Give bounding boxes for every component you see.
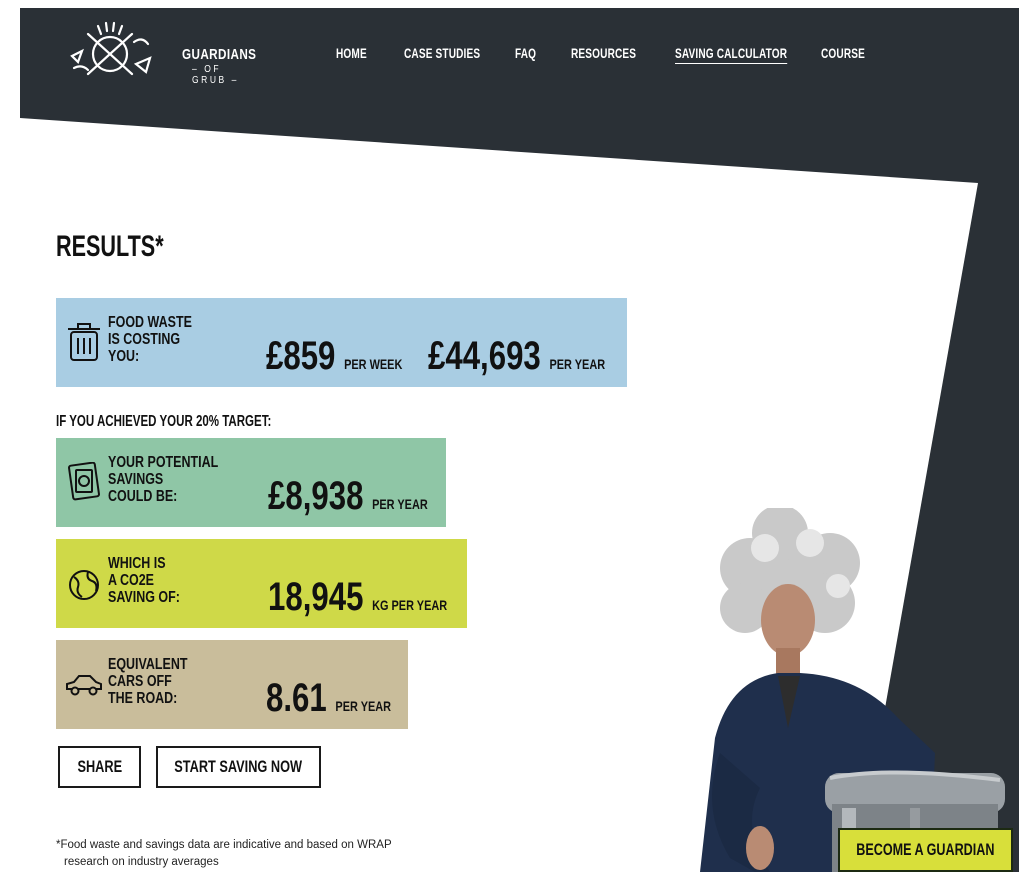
- co2-saving-box: WHICH IS A CO2E SAVING OF: 18,945 KG PER…: [56, 539, 467, 628]
- potential-savings-box: YOUR POTENTIAL SAVINGS COULD BE: £8,938 …: [56, 438, 446, 527]
- footnote-line-1: *Food waste and savings data are indicat…: [56, 839, 392, 851]
- nav-faq[interactable]: FAQ: [515, 45, 536, 61]
- start-saving-button-label: START SAVING NOW: [174, 757, 303, 776]
- savings-number: £8,938: [268, 474, 364, 518]
- cars-label-line-2: CARS OFF: [108, 673, 172, 690]
- savings-unit: PER YEAR: [372, 496, 428, 512]
- cost-label-line-3: YOU:: [108, 348, 140, 365]
- share-button-label: SHARE: [77, 757, 122, 776]
- cars-off-road-box: EQUIVALENT CARS OFF THE ROAD: 8.61 PER Y…: [56, 640, 408, 729]
- savings-label-line-1: YOUR POTENTIAL: [108, 454, 219, 471]
- results-title: RESULTS*: [56, 230, 164, 263]
- cost-label-line-1: FOOD WASTE: [108, 314, 192, 331]
- yearly-cost-value: £44,693 PER YEAR: [428, 334, 605, 379]
- brand-name: GUARDIANS: [182, 46, 257, 63]
- co2-label-line-2: A CO2E: [108, 572, 155, 589]
- nav-resources[interactable]: RESOURCES: [571, 45, 636, 61]
- nav-saving-calculator[interactable]: SAVING CALCULATOR: [675, 45, 787, 61]
- yearly-cost-number: £44,693: [428, 334, 541, 378]
- nav-course[interactable]: COURSE: [821, 45, 865, 61]
- start-saving-button[interactable]: START SAVING NOW: [156, 746, 321, 788]
- yearly-cost-unit: PER YEAR: [549, 356, 606, 372]
- food-waste-cost-box: FOOD WASTE IS COSTING YOU: £859 PER WEEK…: [56, 298, 627, 387]
- brand-subtitle: – OF GRUB –: [192, 64, 239, 86]
- cars-label-line-3: THE ROAD:: [108, 690, 178, 707]
- footnote-line-2: research on industry averages: [64, 856, 219, 868]
- car-icon: [66, 675, 102, 696]
- co2-number: 18,945: [268, 575, 364, 619]
- become-guardian-label: BECOME A GUARDIAN: [856, 840, 995, 859]
- weekly-cost-number: £859: [266, 334, 336, 378]
- trash-bin-icon: [68, 323, 100, 361]
- globe-icon: [69, 570, 99, 600]
- savings-label-line-3: COULD BE:: [108, 488, 178, 505]
- co2-label-line-3: SAVING OF:: [108, 589, 180, 606]
- share-button[interactable]: SHARE: [58, 746, 141, 788]
- footnote: *Food waste and savings data are indicat…: [56, 837, 392, 871]
- weekly-cost-value: £859 PER WEEK: [266, 334, 402, 379]
- weekly-cost-unit: PER WEEK: [344, 356, 403, 372]
- page: GUARDIANS – OF GRUB – HOME CASE STUDIES …: [20, 8, 1019, 872]
- target-label: IF YOU ACHIEVED YOUR 20% TARGET:: [56, 413, 272, 430]
- cars-value: 8.61 PER YEAR: [266, 676, 391, 721]
- co2-unit: KG PER YEAR: [372, 597, 448, 613]
- logo-emblem-icon: [70, 21, 152, 76]
- cars-number: 8.61: [266, 676, 327, 720]
- cars-label-line-1: EQUIVALENT: [108, 656, 188, 673]
- co2-value: 18,945 KG PER YEAR: [268, 575, 447, 620]
- nav-case-studies[interactable]: CASE STUDIES: [404, 45, 480, 61]
- become-guardian-button[interactable]: BECOME A GUARDIAN: [838, 828, 1013, 872]
- cost-label-line-2: IS COSTING: [108, 331, 181, 348]
- guardian-woman-image: [700, 508, 1005, 872]
- guardians-logo[interactable]: GUARDIANS – OF GRUB –: [54, 16, 264, 86]
- co2-label-line-1: WHICH IS: [108, 555, 166, 572]
- banknote-icon: [68, 462, 100, 501]
- savings-value: £8,938 PER YEAR: [268, 474, 428, 519]
- nav-home[interactable]: HOME: [336, 45, 367, 61]
- savings-label-line-2: SAVINGS: [108, 471, 164, 488]
- cars-unit: PER YEAR: [335, 698, 392, 714]
